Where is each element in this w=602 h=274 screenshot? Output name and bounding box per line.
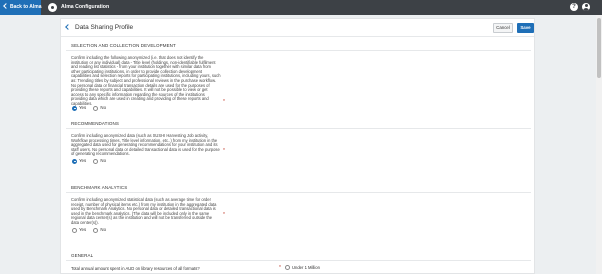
section-description-recommendations: Confirm including anonymized data (such … — [71, 133, 220, 157]
section-title-benchmark: BENCHMARK ANALYTICS — [71, 185, 128, 190]
radio-option-under-1-million[interactable]: Under 1 Million — [285, 265, 320, 271]
back-arrow-icon[interactable] — [65, 24, 71, 30]
question-icon[interactable]: ? — [570, 3, 578, 11]
radio-option-no[interactable]: No — [93, 105, 107, 111]
cancel-button[interactable]: Cancel — [493, 23, 513, 33]
divider — [66, 260, 531, 261]
section-title-recommendations: RECOMMENDATIONS — [71, 121, 119, 126]
radio-label: No — [100, 227, 107, 233]
radio-label: Yes — [79, 158, 87, 164]
radio-label: No — [100, 105, 107, 111]
chevron-left-icon — [3, 2, 9, 9]
divider — [66, 128, 531, 129]
back-to-alma-button[interactable]: Back to Alma — [0, 0, 42, 15]
radio-label: Under 1 Million — [292, 265, 320, 270]
general-question: Total annual amount spent in AUD on libr… — [71, 266, 200, 271]
page-header: Data Sharing Profile Cancel Save — [61, 19, 534, 37]
back-to-alma-label: Back to Alma — [10, 4, 42, 10]
required-mark: * — [223, 148, 225, 154]
required-mark: * — [279, 265, 281, 271]
radio-empty-icon[interactable] — [93, 158, 99, 164]
radio-label: Yes — [79, 227, 87, 233]
top-bar: Back to Alma Alma Configuration ? — [0, 0, 602, 15]
radio-selected-icon[interactable] — [72, 158, 77, 164]
radio-empty-icon[interactable] — [93, 105, 99, 111]
divider — [66, 192, 531, 193]
radio-group-benchmark: Yes No — [72, 227, 112, 233]
radio-empty-icon[interactable] — [285, 265, 290, 271]
section-title-selection: SELECTION AND COLLECTION DEVELOPMENT — [71, 43, 176, 48]
scrollbar-thumb[interactable] — [597, 18, 601, 78]
required-mark: * — [223, 212, 225, 218]
radio-label: Yes — [79, 105, 87, 111]
radio-option-yes[interactable]: Yes — [72, 227, 87, 233]
radio-option-no[interactable]: No — [93, 227, 107, 233]
radio-option-yes[interactable]: Yes — [72, 105, 87, 111]
radio-group-recommendations: Yes No — [72, 158, 112, 164]
section-description-selection: Confirm including the following anonymiz… — [71, 55, 221, 106]
section-title-general: GENERAL — [71, 253, 94, 258]
main-panel: Data Sharing Profile Cancel Save SELECTI… — [60, 18, 535, 274]
required-mark: * — [223, 99, 225, 105]
radio-option-no[interactable]: No — [93, 158, 107, 164]
radio-label: No — [100, 158, 107, 164]
radio-selected-icon[interactable] — [72, 105, 77, 111]
radio-option-yes[interactable]: Yes — [72, 158, 87, 164]
divider — [66, 50, 531, 51]
gear-icon — [48, 3, 57, 12]
app-title: Alma Configuration — [61, 4, 110, 10]
radio-empty-icon[interactable] — [93, 227, 99, 233]
page-title: Data Sharing Profile — [75, 24, 134, 31]
section-description-benchmark: Confirm including anonymized statistical… — [71, 197, 217, 225]
save-button[interactable]: Save — [517, 23, 534, 33]
radio-empty-icon[interactable] — [72, 227, 77, 233]
user-icon[interactable] — [582, 3, 590, 11]
radio-group-selection: Yes No — [72, 105, 112, 111]
